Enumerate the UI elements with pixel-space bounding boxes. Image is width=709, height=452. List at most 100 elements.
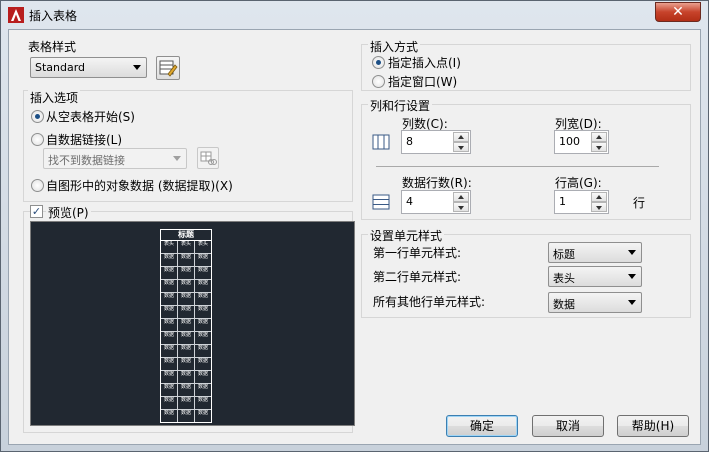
- preview-data-row: 数据 数据 数据: [161, 253, 211, 266]
- from-link-radio[interactable]: [31, 133, 44, 146]
- data-rows-increment[interactable]: [453, 192, 469, 202]
- table-style-select[interactable]: Standard: [30, 57, 147, 78]
- row-height-label: 行高(G):: [555, 176, 602, 190]
- preview-cell: 数据: [163, 345, 174, 351]
- data-rows-label: 数据行数(R):: [402, 176, 472, 190]
- preview-checkbox[interactable]: ✓: [30, 205, 43, 218]
- window-title: 插入表格: [29, 9, 78, 23]
- columns-icon: [372, 134, 390, 150]
- table-style-value: Standard: [35, 61, 86, 74]
- chevron-down-icon: [628, 250, 636, 255]
- preview-cell: 数据: [177, 267, 194, 279]
- preview-cell: 数据: [163, 267, 174, 273]
- preview-cell: 数据: [177, 410, 194, 422]
- data-rows-decrement[interactable]: [453, 202, 469, 212]
- data-rows-spinner[interactable]: 4: [401, 190, 471, 214]
- preview-cell: 数据: [177, 371, 194, 383]
- table-preview: 标题 表头 表头 表头 数据 数据 数据 数据 数据 数据 数据 数据 数据 数据 数据 数据 数据 数据 数据数…: [30, 221, 355, 426]
- from-empty-radio[interactable]: [31, 110, 44, 123]
- preview-cell: 数据: [163, 371, 174, 377]
- columns-spinner[interactable]: 8: [401, 130, 471, 154]
- dialog-body: 表格样式 Standard 插入选项 从空表格开始(S) 自数据链接(L) 找不…: [8, 29, 701, 445]
- first-row-style-label: 第一行单元样式:: [373, 246, 462, 260]
- preview-cell: 数据: [194, 332, 211, 344]
- help-button[interactable]: 帮助(H): [617, 415, 689, 437]
- chevron-down-icon: [173, 156, 181, 161]
- preview-cell: 数据: [163, 384, 174, 390]
- preview-data-row: 数据 数据 数据: [161, 344, 211, 357]
- row-unit-label: 行: [633, 196, 646, 210]
- table-style-dialog-button[interactable]: [156, 56, 180, 80]
- preview-cell: 数据: [177, 306, 194, 318]
- preview-title-cell: 标题: [161, 230, 211, 241]
- from-empty-label: 从空表格开始(S): [46, 110, 135, 124]
- insert-point-radio[interactable]: [372, 56, 385, 69]
- preview-cell: 数据: [163, 410, 174, 416]
- preview-data-row: 数据 数据 数据: [161, 305, 211, 318]
- insert-point-label: 指定插入点(I): [388, 56, 461, 70]
- rows-icon: [372, 194, 390, 210]
- from-objects-radio[interactable]: [31, 179, 44, 192]
- preview-cell: 数据: [177, 358, 194, 370]
- column-width-increment[interactable]: [591, 132, 607, 142]
- row-height-decrement[interactable]: [591, 202, 607, 212]
- from-link-label: 自数据链接(L): [46, 133, 123, 147]
- preview-cell: 数据: [194, 397, 211, 409]
- chevron-down-icon: [628, 274, 636, 279]
- row-height-increment[interactable]: [591, 192, 607, 202]
- column-width-value: 100: [559, 135, 580, 148]
- preview-cell: 数据: [163, 397, 174, 403]
- preview-cell: 数据: [194, 306, 211, 318]
- preview-header-row: 表头 表头 表头: [161, 241, 211, 253]
- preview-cell: 数据: [194, 384, 211, 396]
- preview-cell: 数据: [177, 397, 194, 409]
- from-objects-label: 自图形中的对象数据 (数据提取)(X): [46, 179, 233, 193]
- preview-cell: 数据: [177, 319, 194, 331]
- ok-button[interactable]: 确定: [446, 415, 518, 437]
- preview-data-row: 数据 数据 数据: [161, 331, 211, 344]
- row-height-spinner[interactable]: 1: [554, 190, 609, 214]
- data-link-value: 找不到数据链接: [48, 154, 125, 167]
- columns-decrement[interactable]: [453, 142, 469, 152]
- other-rows-style-value: 数据: [553, 298, 575, 311]
- cell-styles-label: 设置单元样式: [368, 227, 445, 244]
- rows-cols-label: 列和行设置: [368, 97, 433, 114]
- other-rows-style-select[interactable]: 数据: [548, 292, 642, 313]
- cancel-button[interactable]: 取消: [532, 415, 604, 437]
- preview-cell: 数据: [194, 267, 211, 279]
- table-style-label: 表格样式: [28, 40, 77, 54]
- preview-data-row: 数据 数据 数据: [161, 357, 211, 370]
- preview-data-row: 数据 数据 数据: [161, 370, 211, 383]
- insert-window-radio[interactable]: [372, 75, 385, 88]
- second-row-style-select[interactable]: 表头: [548, 266, 642, 287]
- preview-cell: 数据: [194, 371, 211, 383]
- data-link-select[interactable]: 找不到数据链接: [43, 148, 187, 169]
- preview-table: 标题 表头 表头 表头 数据 数据 数据 数据 数据 数据 数据 数据 数据 数据 数据 数据 数据 数据 数据数…: [160, 229, 212, 423]
- table-style-icon: [159, 60, 178, 77]
- divider: [376, 166, 659, 167]
- preview-cell: 数据: [163, 254, 174, 260]
- insert-table-dialog: 插入表格 ✕ 表格样式 Standard 插入选项 从空表格开始(S) 自数据链…: [0, 0, 709, 452]
- preview-data-row: 数据 数据 数据: [161, 279, 211, 292]
- preview-label: 预览(P): [46, 204, 91, 221]
- preview-data-row: 数据 数据 数据: [161, 266, 211, 279]
- first-row-style-select[interactable]: 标题: [548, 242, 642, 263]
- column-width-spinner[interactable]: 100: [554, 130, 609, 154]
- column-width-decrement[interactable]: [591, 142, 607, 152]
- close-button[interactable]: ✕: [655, 2, 701, 22]
- preview-cell: 表头: [194, 241, 211, 253]
- title-bar: 插入表格 ✕: [1, 1, 708, 29]
- columns-increment[interactable]: [453, 132, 469, 142]
- data-link-manager-button[interactable]: [197, 147, 219, 169]
- preview-cell: 表头: [177, 241, 194, 253]
- data-link-icon: [200, 151, 217, 165]
- preview-cell: 数据: [194, 293, 211, 305]
- first-row-style-value: 标题: [553, 248, 575, 261]
- insert-method-label: 插入方式: [368, 38, 421, 55]
- preview-cell: 数据: [163, 358, 174, 364]
- preview-cell: 数据: [194, 358, 211, 370]
- preview-cell: 数据: [177, 254, 194, 266]
- preview-cell: 数据: [163, 306, 174, 312]
- preview-cell: 数据: [177, 332, 194, 344]
- preview-data-row: 数据 数据 数据: [161, 409, 211, 422]
